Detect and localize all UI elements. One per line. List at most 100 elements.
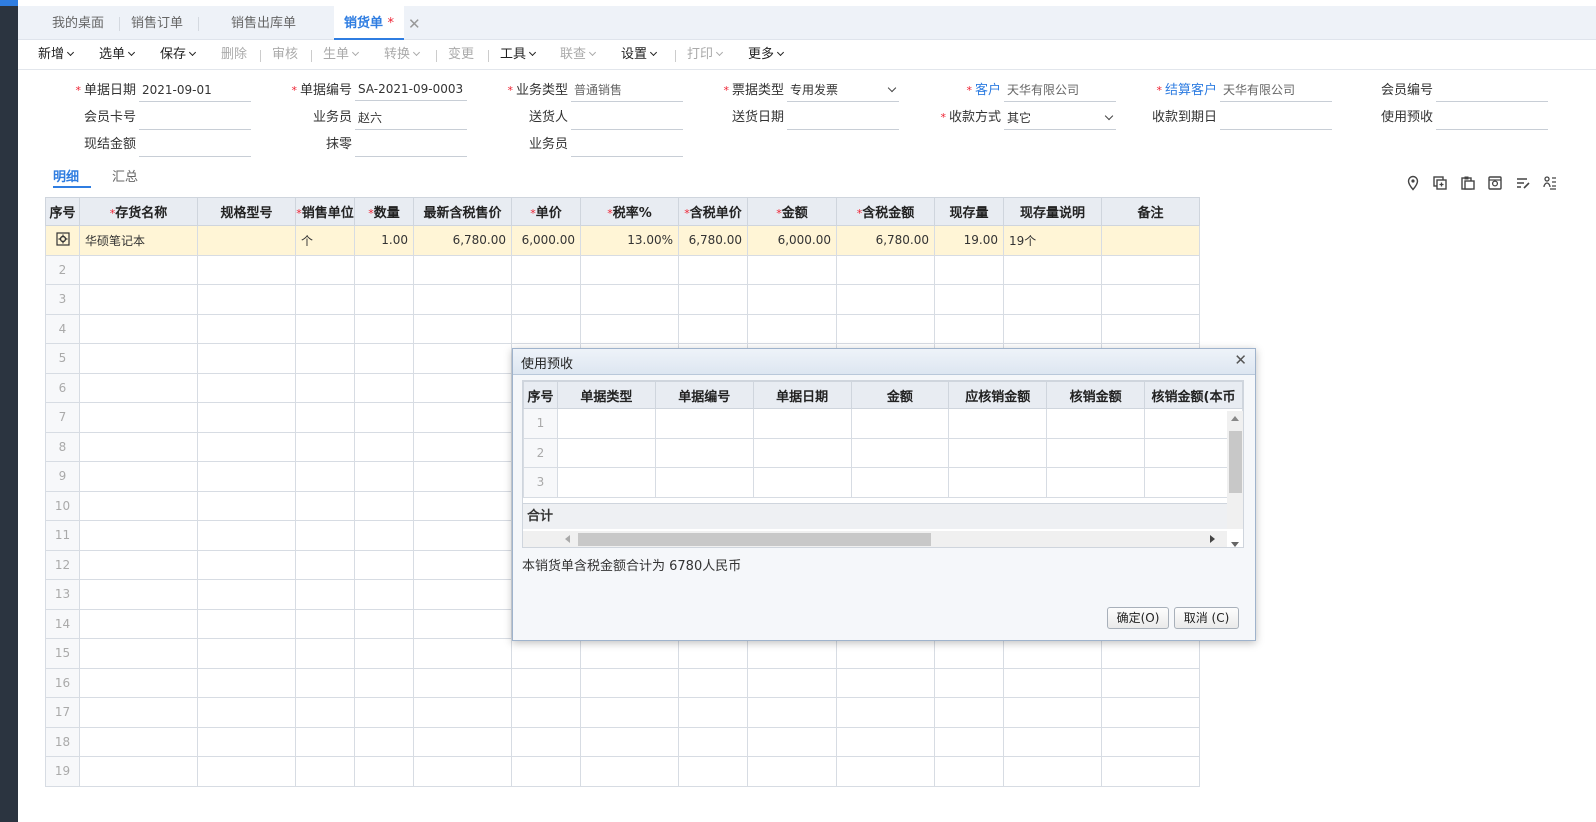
grid-cell[interactable]	[934, 697, 1004, 728]
delivery-date-field[interactable]	[787, 108, 899, 130]
cell-tax-amount[interactable]: 6,780.00	[836, 225, 935, 256]
table-row[interactable]: 2	[523, 437, 1243, 468]
row-settings-icon[interactable]	[55, 232, 70, 246]
table-row[interactable]: 华硕笔记本 个 1.00 6,780.00 6,000.00 13.00% 6,…	[45, 225, 1200, 256]
close-icon[interactable]: ✕	[1234, 351, 1247, 369]
ok-button[interactable]: 确定(O)	[1107, 607, 1169, 629]
member-no-field[interactable]	[1436, 80, 1548, 102]
grid-cell[interactable]	[295, 638, 355, 669]
grid-cell[interactable]	[511, 697, 581, 728]
scroll-left-icon[interactable]	[565, 535, 570, 543]
grid-cell[interactable]	[1003, 667, 1102, 698]
paste-icon[interactable]	[1460, 175, 1476, 191]
cell-tax-price[interactable]: 6,780.00	[678, 225, 748, 256]
grid-cell[interactable]	[354, 638, 414, 669]
grid-cell[interactable]	[747, 254, 837, 285]
grid-cell[interactable]	[354, 490, 414, 521]
grid-cell[interactable]	[747, 638, 837, 669]
grid-cell[interactable]	[413, 461, 512, 492]
grid-cell[interactable]	[354, 579, 414, 610]
customer-label[interactable]: * 客户	[923, 81, 1001, 101]
delete-button[interactable]: 删除	[221, 45, 247, 65]
grid-cell[interactable]	[295, 402, 355, 433]
invoice-type-select[interactable]: 专用发票	[787, 80, 899, 102]
col-header[interactable]: 现存量	[934, 197, 1004, 226]
col-header[interactable]: 序号	[523, 381, 558, 409]
grid-cell[interactable]	[295, 579, 355, 610]
grid-cell[interactable]	[511, 667, 581, 698]
customer-field[interactable]: 天华有限公司	[1004, 80, 1116, 102]
grid-cell[interactable]	[836, 756, 935, 787]
grid-cell[interactable]	[79, 313, 198, 344]
col-header[interactable]: 规格型号	[197, 197, 296, 226]
col-header[interactable]: *金额	[747, 197, 837, 226]
col-header[interactable]: 备注	[1101, 197, 1200, 226]
grid-cell[interactable]	[295, 254, 355, 285]
grid-cell[interactable]	[197, 431, 296, 462]
grid-cell[interactable]	[580, 756, 679, 787]
change-button[interactable]: 变更	[448, 45, 474, 65]
grid-cell[interactable]	[413, 549, 512, 580]
grid-cell[interactable]	[197, 579, 296, 610]
grid-cell[interactable]	[354, 372, 414, 403]
grid-cell[interactable]	[580, 726, 679, 757]
grid-cell[interactable]	[197, 284, 296, 315]
vertical-scrollbar[interactable]	[1227, 411, 1243, 547]
grid-cell[interactable]	[413, 402, 512, 433]
settle-customer-field[interactable]: 天华有限公司	[1220, 80, 1332, 102]
grid-cell[interactable]	[295, 284, 355, 315]
grid-cell[interactable]	[354, 520, 414, 551]
grid-cell[interactable]	[511, 726, 581, 757]
subtab-detail[interactable]: 明细	[53, 166, 91, 188]
col-header[interactable]: 单据类型	[556, 381, 656, 409]
col-header[interactable]: 序号	[45, 197, 80, 226]
grid-cell[interactable]	[295, 313, 355, 344]
grid-cell[interactable]	[413, 254, 512, 285]
generate-button[interactable]: 生单	[323, 45, 360, 65]
tab-desktop[interactable]: 我的桌面	[46, 6, 121, 40]
grid-cell[interactable]	[79, 343, 198, 374]
grid-cell[interactable]	[836, 697, 935, 728]
grid-cell[interactable]	[413, 284, 512, 315]
grid-cell[interactable]	[295, 372, 355, 403]
row-settings-cell[interactable]	[45, 225, 80, 256]
grid-cell[interactable]	[354, 667, 414, 698]
grid-cell[interactable]	[354, 461, 414, 492]
use-prepay-field[interactable]	[1436, 108, 1548, 130]
grid-cell[interactable]	[678, 726, 748, 757]
grid-cell[interactable]	[747, 756, 837, 787]
grid-cell[interactable]	[511, 284, 581, 315]
grid-cell[interactable]	[413, 667, 512, 698]
grid-cell[interactable]	[934, 667, 1004, 698]
grid-cell[interactable]	[934, 726, 1004, 757]
grid-cell[interactable]	[79, 579, 198, 610]
col-header[interactable]: 最新含税售价	[413, 197, 512, 226]
column-settings-icon[interactable]	[1487, 175, 1503, 191]
grid-cell[interactable]	[1003, 726, 1102, 757]
col-header[interactable]: 现存量说明	[1003, 197, 1102, 226]
grid-cell[interactable]	[354, 431, 414, 462]
grid-cell[interactable]	[354, 343, 414, 374]
grid-cell[interactable]	[678, 697, 748, 728]
table-row[interactable]: 17	[45, 697, 1200, 728]
table-row[interactable]: 3	[523, 467, 1243, 498]
grid-cell[interactable]	[197, 343, 296, 374]
grid-cell[interactable]	[678, 667, 748, 698]
cell-latest-price[interactable]: 6,780.00	[413, 225, 512, 256]
settings-button[interactable]: 设置	[621, 45, 658, 65]
grid-cell[interactable]	[79, 284, 198, 315]
grid-cell[interactable]	[413, 608, 512, 639]
grid-cell[interactable]	[1003, 313, 1102, 344]
grid-cell[interactable]	[79, 667, 198, 698]
cell-name[interactable]: 华硕笔记本	[79, 225, 198, 256]
edit-list-icon[interactable]	[1515, 175, 1531, 191]
query-button[interactable]: 联查	[560, 45, 597, 65]
location-icon[interactable]	[1405, 175, 1421, 191]
grid-cell[interactable]	[413, 638, 512, 669]
table-row[interactable]: 2	[45, 254, 1200, 285]
table-row[interactable]: 19	[45, 756, 1200, 787]
grid-cell[interactable]	[197, 756, 296, 787]
grid-cell[interactable]	[934, 313, 1004, 344]
grid-cell[interactable]	[197, 667, 296, 698]
grid-cell[interactable]	[1101, 697, 1200, 728]
